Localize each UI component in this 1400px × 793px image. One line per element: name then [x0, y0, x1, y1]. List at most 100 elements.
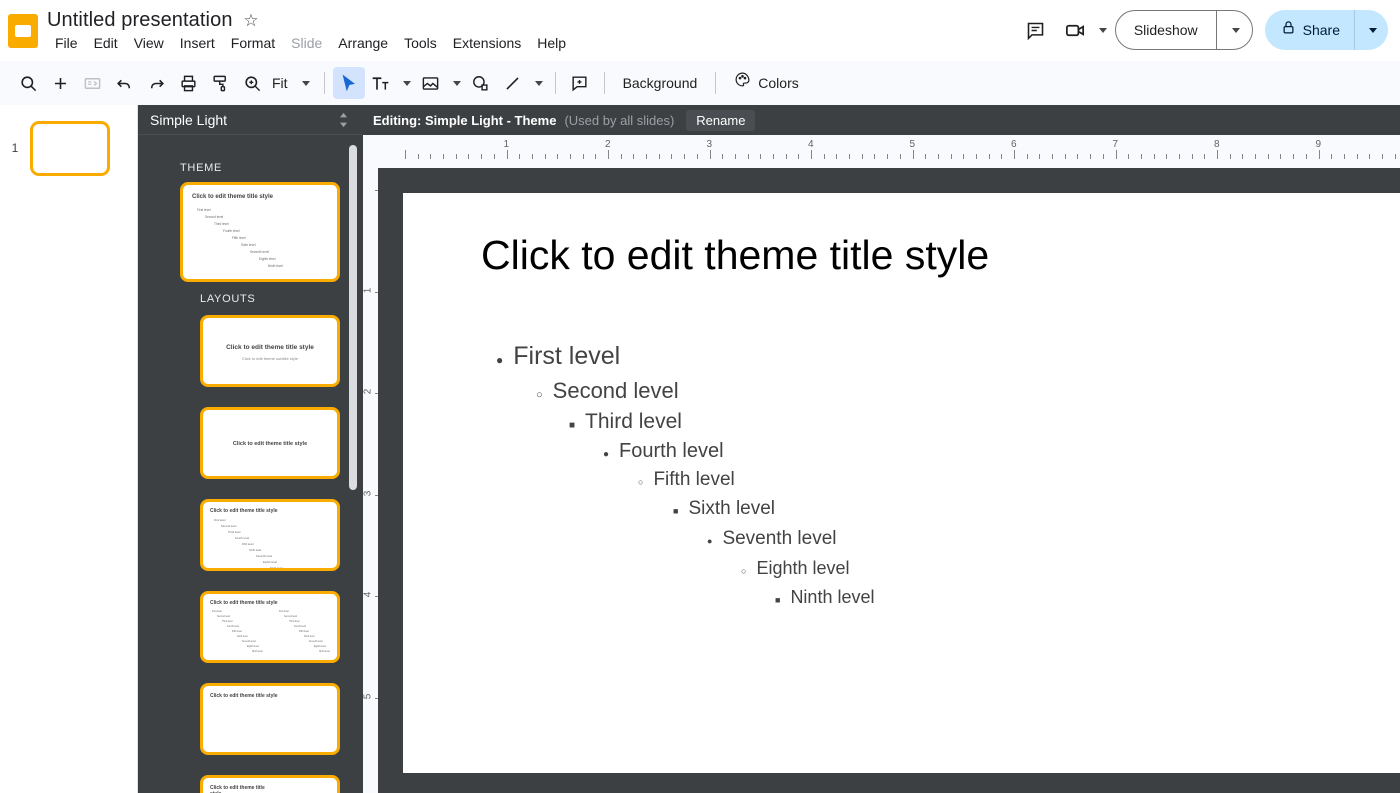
- mini-bullet: Ninth level: [270, 567, 283, 570]
- slide-title-placeholder[interactable]: Click to edit theme title style: [481, 232, 989, 279]
- image-icon[interactable]: [415, 67, 447, 99]
- ruler-h-tick: [1192, 154, 1193, 159]
- background-button[interactable]: Background: [613, 67, 708, 99]
- bullet-level-6[interactable]: ■ Sixth level: [673, 498, 775, 521]
- ruler-h-tick: [1319, 150, 1320, 159]
- meet-camera-icon[interactable]: [1056, 10, 1096, 50]
- layouts-scrollbar-track[interactable]: [349, 145, 357, 793]
- text-box-icon[interactable]: [365, 67, 397, 99]
- document-title[interactable]: Untitled presentation: [47, 6, 233, 34]
- horizontal-ruler[interactable]: 123456789: [363, 135, 1400, 161]
- shape-icon[interactable]: [465, 67, 497, 99]
- menu-tools[interactable]: Tools: [396, 32, 445, 54]
- menu-help[interactable]: Help: [529, 32, 574, 54]
- menu-format[interactable]: Format: [223, 32, 283, 54]
- ruler-v-number: 1: [362, 287, 373, 293]
- ruler-h-tick: [418, 154, 419, 159]
- filmstrip-slide-1[interactable]: 1: [0, 121, 138, 187]
- ruler-h-tick: [1027, 154, 1028, 159]
- share-label: Share: [1303, 22, 1340, 38]
- slide-thumbnail[interactable]: [30, 121, 110, 176]
- ruler-h-tick: [1166, 154, 1167, 159]
- share-main[interactable]: Share: [1265, 10, 1354, 50]
- slide-canvas[interactable]: Click to edit theme title style ● First …: [378, 168, 1400, 793]
- layout-thumbnail-one-column-text[interactable]: Click to edit theme title style: [200, 775, 340, 793]
- bullet-level-5[interactable]: ○ Fifth level: [638, 469, 735, 492]
- layouts-scrollbar-thumb[interactable]: [349, 145, 357, 490]
- ruler-h-tick: [659, 154, 660, 159]
- layout-thumbnail-title-two-columns[interactable]: Click to edit theme title style First le…: [200, 591, 340, 663]
- menu-extensions[interactable]: Extensions: [445, 32, 529, 54]
- ruler-h-tick: [735, 154, 736, 159]
- mini-bullet: First level: [214, 519, 226, 522]
- mini-bullet: Eighth level: [247, 646, 259, 648]
- collapse-expand-icon[interactable]: [335, 111, 351, 129]
- print-icon[interactable]: [172, 67, 204, 99]
- rename-button[interactable]: Rename: [686, 110, 755, 131]
- bullet-level-4[interactable]: ● Fourth level: [603, 439, 724, 463]
- new-slide-icon[interactable]: [44, 67, 76, 99]
- mini-bullet: Eighth level: [314, 646, 326, 648]
- image-chevron-down-icon[interactable]: [447, 67, 465, 99]
- redo-icon[interactable]: [140, 67, 172, 99]
- layout-thumbnail-title-and-body[interactable]: Click to edit theme title style First le…: [200, 499, 340, 571]
- slideshow-chevron-down-icon[interactable]: [1216, 11, 1252, 49]
- layout-thumbnail-title-slide[interactable]: Click to edit theme title style Click to…: [200, 315, 340, 387]
- line-chevron-down-icon[interactable]: [529, 67, 547, 99]
- zoom-chevron-down-icon[interactable]: [294, 67, 316, 99]
- slideshow-button[interactable]: Slideshow: [1115, 10, 1253, 50]
- select-arrow-icon[interactable]: [333, 67, 365, 99]
- comment-history-icon[interactable]: [1016, 10, 1056, 50]
- menu-insert[interactable]: Insert: [172, 32, 223, 54]
- zoom-icon[interactable]: [236, 67, 268, 99]
- layouts-scroll-area[interactable]: THEME Click to edit theme title style Fi…: [138, 135, 363, 793]
- share-button[interactable]: Share: [1265, 10, 1388, 50]
- share-chevron-down-icon[interactable]: [1354, 10, 1388, 50]
- layout-thumbnail-title-only[interactable]: Click to edit theme title style: [200, 683, 340, 755]
- theme-master-slide[interactable]: Click to edit theme title style ● First …: [403, 193, 1400, 773]
- menu-arrange[interactable]: Arrange: [330, 32, 396, 54]
- mini-title: Click to edit theme title style: [203, 441, 337, 447]
- ruler-h-tick: [1395, 154, 1396, 159]
- zoom-level-label[interactable]: Fit: [268, 67, 294, 99]
- bullet-level-2[interactable]: ○ Second level: [536, 378, 679, 404]
- ruler-h-tick: [824, 154, 825, 159]
- bullet-text: Ninth level: [790, 587, 874, 609]
- menu-file[interactable]: File: [47, 32, 86, 54]
- meet-button[interactable]: [1056, 10, 1107, 50]
- search-icon[interactable]: [12, 67, 44, 99]
- line-icon[interactable]: [497, 67, 529, 99]
- paint-format-icon[interactable]: [204, 67, 236, 99]
- menu-view[interactable]: View: [126, 32, 172, 54]
- text-box-chevron-down-icon[interactable]: [397, 67, 415, 99]
- ruler-h-tick: [773, 154, 774, 159]
- layout-thumbnail-section-header[interactable]: Click to edit theme title style: [200, 407, 340, 479]
- ruler-h-tick: [608, 150, 609, 159]
- bullet-level-1[interactable]: ● First level: [496, 341, 620, 371]
- ruler-h-tick: [671, 154, 672, 159]
- mini-bullet: Fifth level: [299, 631, 309, 633]
- bullet-text: Third level: [585, 409, 682, 434]
- menu-edit[interactable]: Edit: [86, 32, 126, 54]
- bullet-level-3[interactable]: ■ Third level: [569, 409, 682, 434]
- bullet-level-8[interactable]: ○ Eighth level: [741, 558, 850, 580]
- bullet-level-9[interactable]: ■ Ninth level: [775, 587, 874, 609]
- bullet-level-7[interactable]: ● Seventh level: [707, 528, 837, 551]
- ruler-h-tick: [1001, 154, 1002, 159]
- theme-editing-bar: Editing: Simple Light - Theme (Used by a…: [363, 105, 1400, 135]
- colors-button[interactable]: Colors: [724, 67, 808, 99]
- mini-bullet: Ninth level: [252, 651, 263, 653]
- ruler-h-tick: [1103, 154, 1104, 159]
- undo-icon[interactable]: [108, 67, 140, 99]
- star-icon[interactable]: ☆: [240, 10, 262, 32]
- meet-chevron-down-icon[interactable]: [1099, 28, 1107, 33]
- ruler-h-tick: [887, 154, 888, 159]
- theme-master-thumbnail[interactable]: Click to edit theme title style First le…: [180, 182, 340, 282]
- ruler-h-number: 3: [707, 139, 713, 150]
- mini-bullet: Seventh level: [250, 250, 269, 254]
- add-comment-icon[interactable]: [564, 67, 596, 99]
- ruler-h-tick: [900, 154, 901, 159]
- bullet-marker: ■: [775, 596, 780, 605]
- ruler-h-tick: [1344, 154, 1345, 159]
- ruler-h-tick: [748, 154, 749, 159]
